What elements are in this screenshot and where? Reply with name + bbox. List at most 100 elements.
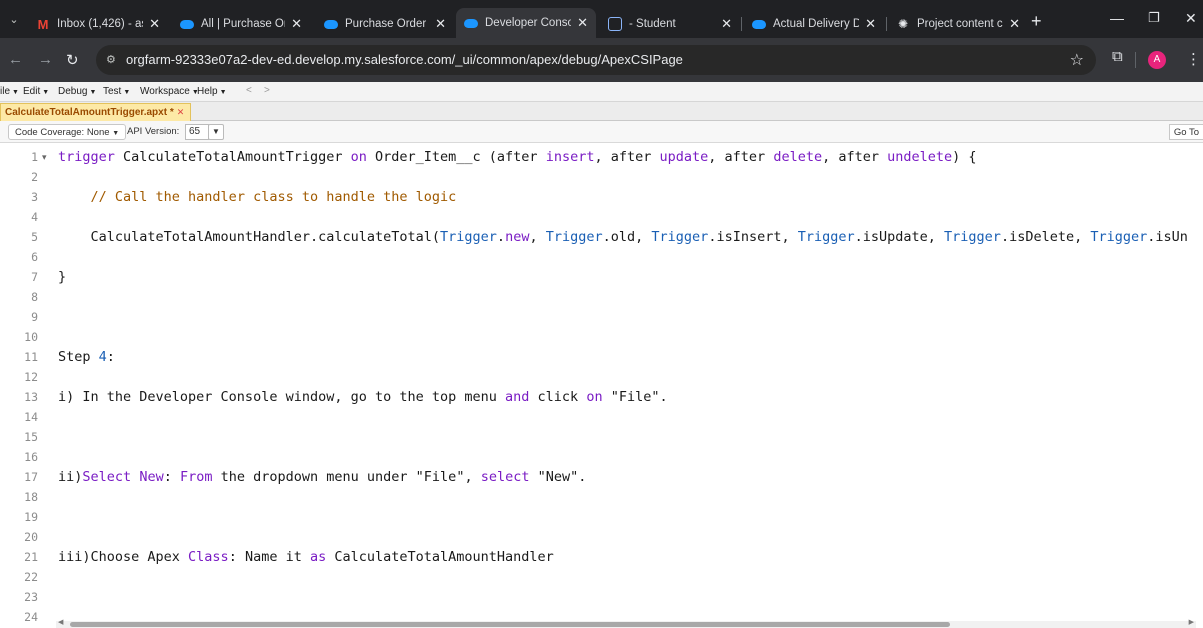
menu-label: ile [0,86,11,97]
console-menu-bar: ile ▼ Edit ▼ Debug ▼ Test ▼ Workspace ▼ Help ▼… [0,82,1203,102]
tab-title: Actual Delivery Date [773,18,860,30]
gmail-icon: M [37,16,49,32]
code-line-3: // Call the handler class to handle the … [90,189,457,205]
tab-title: Inbox (1,426) - aswin [57,18,143,30]
close-icon[interactable]: ✕ [291,16,302,32]
bookmark-star-icon[interactable]: ☆ [1070,50,1084,70]
site-info-icon[interactable]: ⚙ [106,53,120,67]
menu-edit[interactable]: Edit ▼ [23,86,49,97]
code-line-13: i) In the Developer Console window, go t… [58,389,668,405]
toolbar-divider [1135,52,1136,68]
line-number: 18 [24,490,38,504]
fold-toggle-icon[interactable]: ▾ [42,147,47,167]
menu-test[interactable]: Test ▼ [103,86,130,97]
line-number: 4 [31,210,38,224]
line-number: 15 [24,430,38,444]
menu-help[interactable]: Help ▼ [197,86,227,97]
browser-tab-developer-console[interactable]: Developer Console ✕ [456,8,596,38]
close-icon[interactable]: ✕ [865,16,876,32]
caret-down-icon: ▼ [219,89,227,96]
browser-tab-student[interactable]: - Student ✕ [600,10,740,38]
window-close-icon[interactable]: ✕ [1185,10,1197,27]
new-tab-button[interactable]: + [1031,11,1042,32]
browser-tab-strip: ⌄ M Inbox (1,426) - aswin ✕ All | Purcha… [0,0,1203,38]
tab-title: Project content creat [917,18,1003,30]
code-line-5: CalculateTotalAmountHandler.calculateTot… [58,229,1188,245]
menu-file[interactable]: ile ▼ [0,86,19,97]
line-number: 1 [31,150,38,164]
code-editor[interactable]: 1 2 3 4 5 6 7 8 9 10 11 12 13 14 15 16 17 18 19 20 21 22 23 24 … [0,143,1203,628]
reload-icon[interactable]: ↻ [66,51,79,69]
menu-label: Workspace [140,86,190,97]
api-version-select[interactable]: ▼ [208,124,224,140]
url-text[interactable]: orgfarm-92333e07a2-dev-ed.develop.my.sal… [126,52,683,67]
code-line-7: } [58,269,67,285]
salesforce-cloud-icon [464,16,478,30]
line-number: 20 [24,530,38,544]
code-line-11: Step 4: [58,349,115,365]
scrollbar-thumb[interactable] [70,622,950,627]
scroll-left-arrow-icon[interactable]: ◀ [58,618,63,626]
close-icon[interactable]: ✕ [435,16,446,32]
line-number: 5 [31,230,38,244]
menu-label: Edit [23,86,41,97]
line-number: 22 [24,570,38,584]
menu-workspace[interactable]: Workspace ▼ [140,86,199,97]
nav-back-arrow[interactable]: < [246,85,252,96]
salesforce-cloud-icon [752,17,766,31]
tab-search-chevron-icon[interactable]: ⌄ [6,12,22,28]
scroll-right-arrow-icon[interactable]: ▶ [1189,618,1194,626]
tab-separator [886,17,887,31]
nav-forward-arrow[interactable]: > [264,85,270,96]
more-options-icon[interactable]: ⋮ [1186,50,1201,68]
close-tab-icon[interactable]: ✕ [177,107,185,117]
close-icon[interactable]: ✕ [577,15,588,31]
forward-icon[interactable]: → [38,51,53,68]
line-number: 24 [24,610,38,624]
close-icon[interactable]: ✕ [149,16,160,32]
salesforce-cloud-icon [324,17,338,31]
line-number: 21 [24,550,38,564]
code-coverage-label: Code Coverage: None [15,127,110,138]
line-number: 2 [31,170,38,184]
tab-separator [741,17,742,31]
goto-button[interactable]: Go To [1168,124,1203,140]
tab-title: - Student [629,18,676,30]
browser-tab-purchase-order-record[interactable]: Purchase Order | Sale ✕ [316,10,454,38]
file-tab-label: CalculateTotalAmountTrigger.apxt * [5,107,174,118]
code-line-17: ii)Select New: From the dropdown menu un… [58,469,587,485]
close-icon[interactable]: ✕ [1009,16,1020,32]
browser-tab-gmail[interactable]: M Inbox (1,426) - aswin ✕ [28,10,168,38]
browser-tab-purchase-orders[interactable]: All | Purchase Orders ✕ [172,10,310,38]
back-icon[interactable]: ← [8,51,23,68]
line-number: 11 [24,350,38,364]
code-coverage-dropdown[interactable]: Code Coverage: None ▼ [8,124,127,140]
menu-label: Debug [58,86,88,97]
menu-debug[interactable]: Debug ▼ [58,86,96,97]
file-tab-trigger[interactable]: CalculateTotalAmountTrigger.apxt * ✕ [0,103,192,121]
chatgpt-icon: ✺ [897,17,909,31]
extensions-icon[interactable]: ⧉ [1112,48,1123,65]
tab-title: All | Purchase Orders [201,18,285,30]
line-number: 12 [24,370,38,384]
line-number: 8 [31,290,38,304]
caret-down-icon: ▼ [12,89,19,96]
browser-tab-actual-delivery-date[interactable]: Actual Delivery Date ✕ [744,10,884,38]
line-number: 10 [24,330,38,344]
browser-tab-project-content[interactable]: ✺ Project content creat ✕ [888,10,1028,38]
code-content[interactable]: trigger CalculateTotalAmountTrigger on O… [58,143,1203,628]
api-version-label: API Version: [127,126,180,137]
restore-icon[interactable]: ❐ [1148,10,1160,26]
minimize-icon[interactable]: — [1110,10,1124,26]
code-line-21: iii)Choose Apex Class: Name it as Calcul… [58,549,554,565]
api-version-value[interactable]: 65 [185,124,209,140]
address-bar-row: ← → ↻ ⚙ orgfarm-92333e07a2-dev-ed.develo… [0,38,1203,82]
close-icon[interactable]: ✕ [721,16,732,32]
line-number: 13 [24,390,38,404]
line-number: 9 [31,310,38,324]
salesforce-cloud-icon [180,17,194,31]
omnibox[interactable]: ⚙ orgfarm-92333e07a2-dev-ed.develop.my.s… [96,45,1096,75]
horizontal-scrollbar[interactable]: ◀ ▶ [56,618,1196,628]
profile-avatar[interactable]: A [1148,51,1166,69]
caret-down-icon: ▼ [42,89,50,96]
